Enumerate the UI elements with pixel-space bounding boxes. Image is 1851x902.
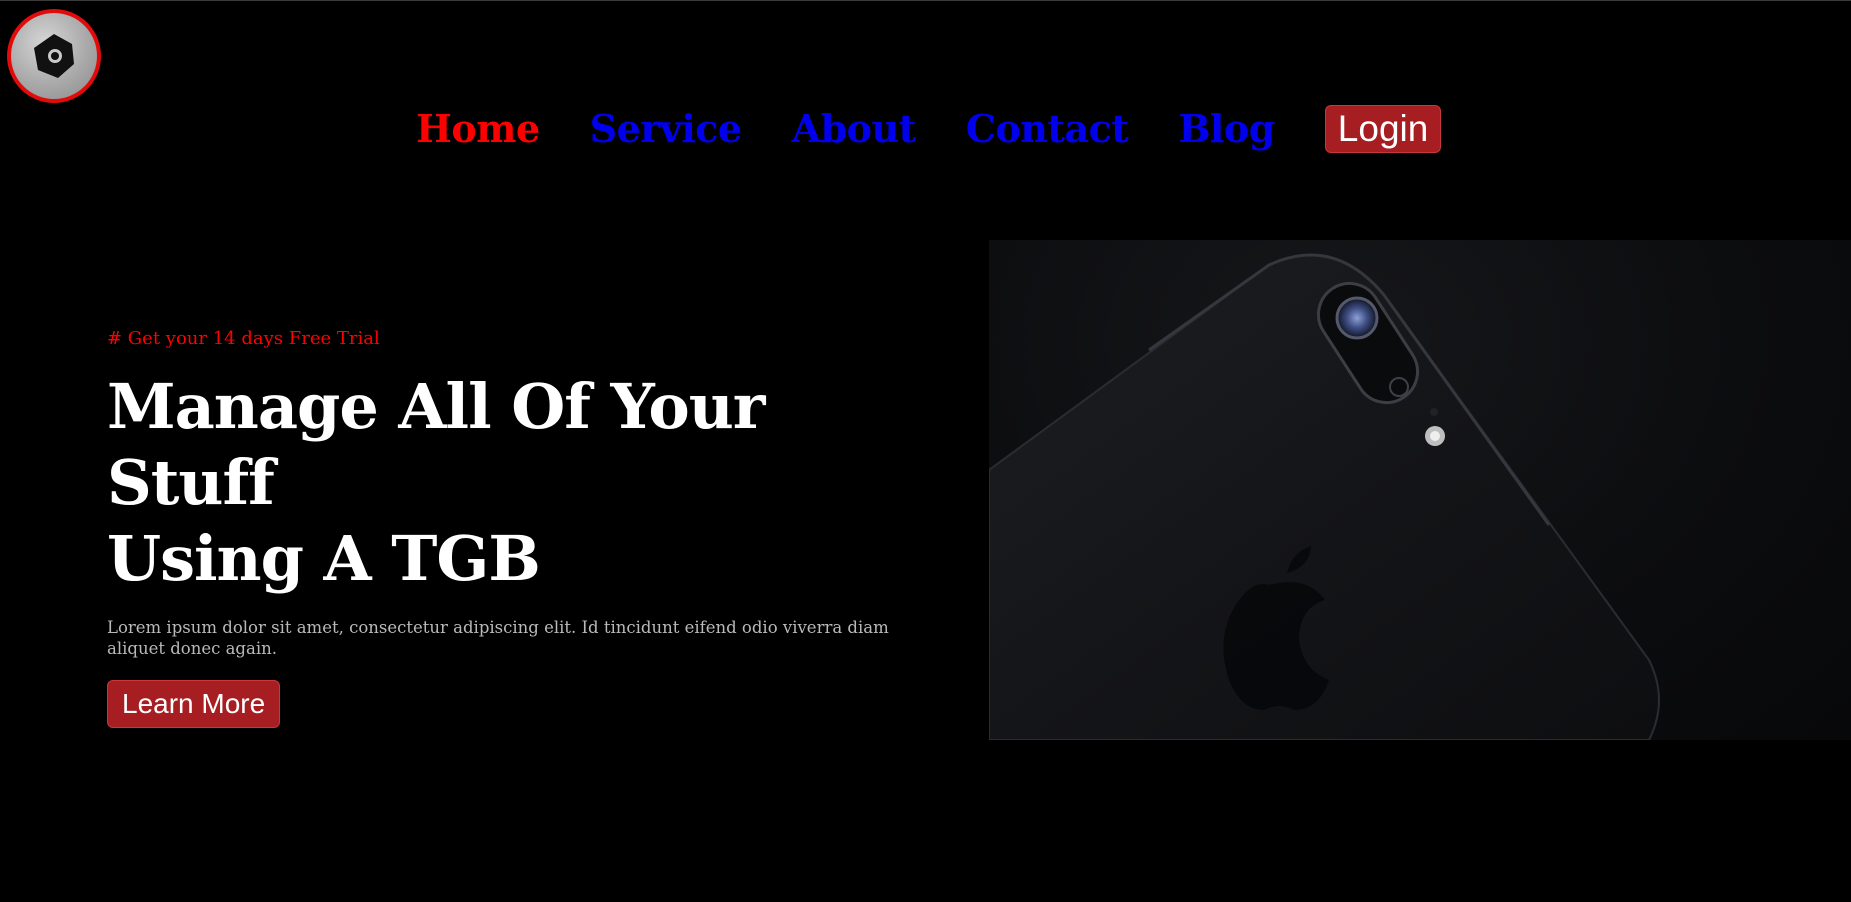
nav-link-contact[interactable]: Contact [966, 105, 1129, 153]
hero-headline-line2: Using A TGB [107, 522, 541, 595]
hero-headline-line1: Manage All Of Your Stuff [107, 370, 765, 519]
nav-link-blog[interactable]: Blog [1178, 105, 1275, 153]
login-button[interactable]: Login [1324, 105, 1442, 153]
nav-link-service[interactable]: Service [590, 105, 742, 153]
nav-link-about[interactable]: About [792, 105, 917, 153]
hero-section: # Get your 14 days Free Trial Manage All… [107, 327, 927, 728]
nav-link-home[interactable]: Home [416, 105, 540, 153]
camera-gear-icon [34, 34, 74, 78]
hero-tagline: # Get your 14 days Free Trial [107, 328, 380, 349]
phone-illustration [989, 253, 1660, 740]
site-logo[interactable] [7, 9, 101, 103]
phone-image [989, 240, 1851, 740]
learn-more-button[interactable]: Learn More [107, 680, 281, 728]
hero-description: Lorem ipsum dolor sit amet, consectetur … [107, 618, 889, 658]
main-nav: Home Service About Contact Blog Login [416, 105, 1442, 153]
hero-headline: Manage All Of Your Stuff Using A TGB [107, 369, 927, 597]
